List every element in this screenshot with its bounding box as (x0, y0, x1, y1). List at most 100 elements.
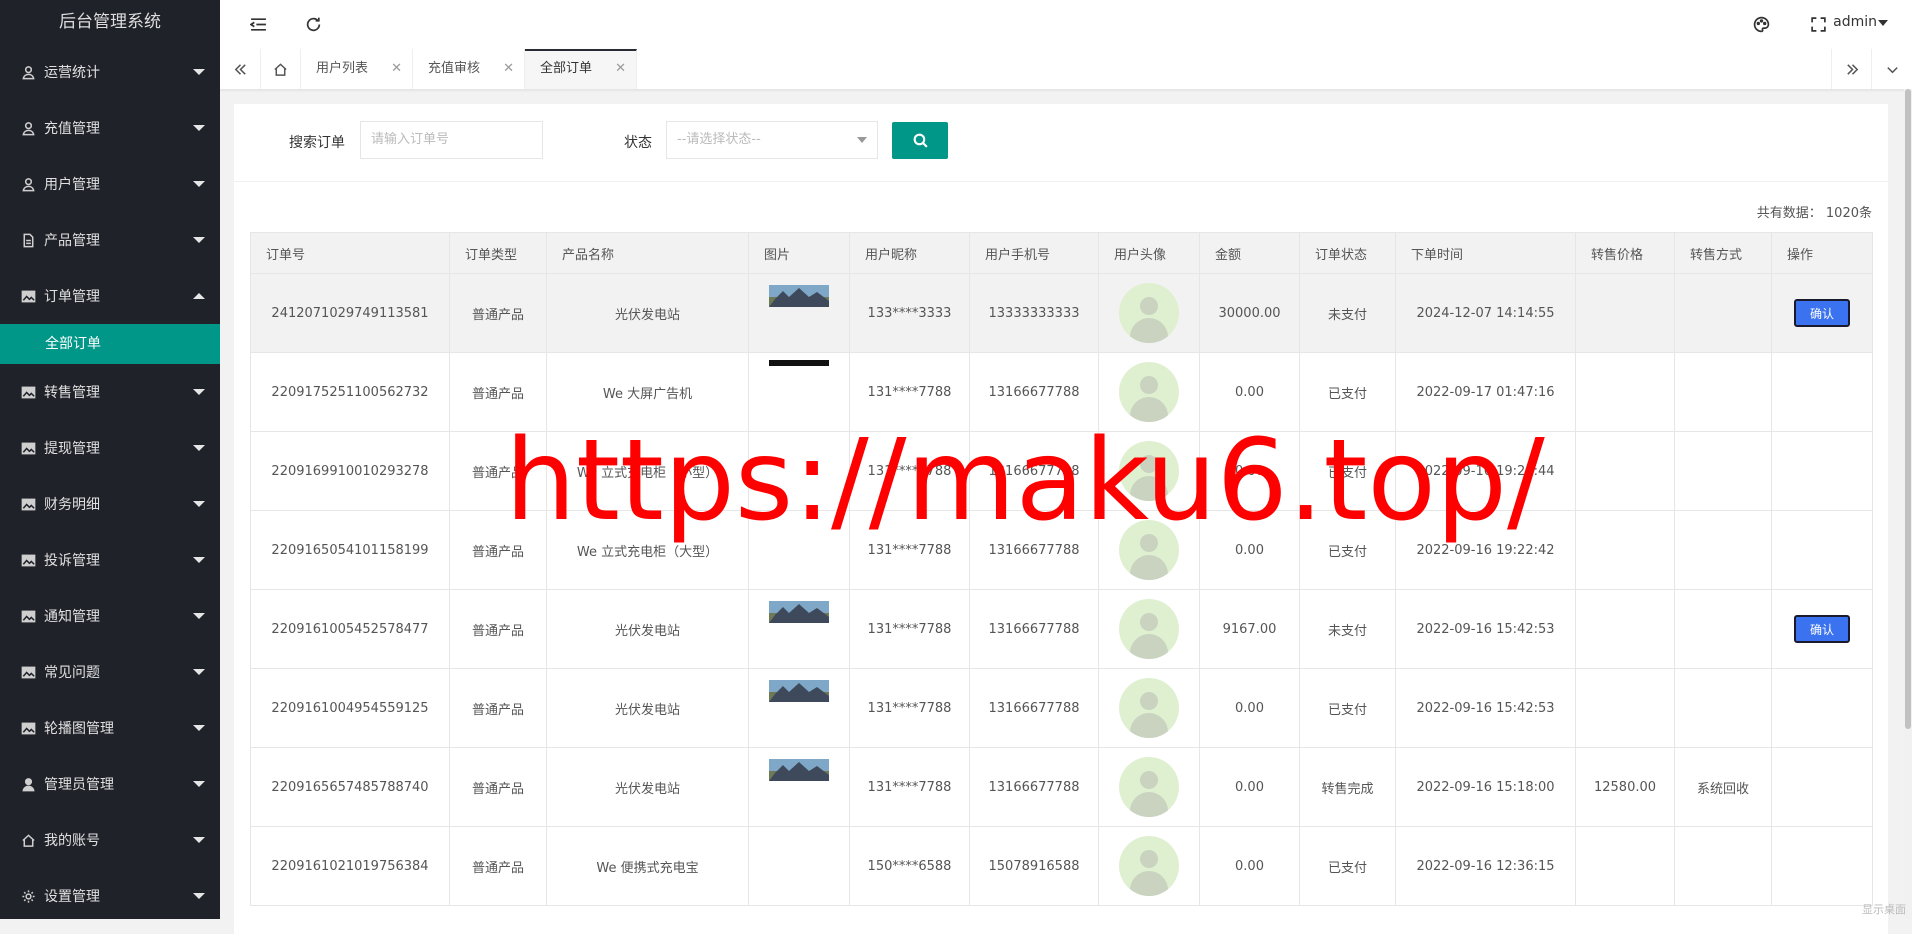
admin-username[interactable]: admin (1833, 14, 1877, 30)
sidebar-item-1[interactable]: 充值管理 (0, 100, 220, 156)
sidebar-menu: 运营统计充值管理 用户管理 产品管理 订单管理 全部订单转售管理提现管理财务明细投诉管理… (0, 44, 220, 924)
sidebar-subitem-all-orders[interactable]: 全部订单 (0, 324, 220, 364)
product-name-cell: We 立式充电柜（小型） (546, 431, 749, 511)
sidebar-item-12[interactable]: 管理员管理 (0, 756, 220, 812)
amount-cell: 0.00 (1199, 668, 1300, 748)
order-id-cell: 2209175251100562732 (250, 352, 450, 432)
tab-all-orders[interactable]: 全部订单 ✕ (525, 49, 637, 89)
nickname-cell: 131****7788 (849, 668, 970, 748)
avatar-cell (1098, 273, 1200, 353)
sidebar-item-13[interactable]: 我的账号 (0, 812, 220, 868)
tab-close-icon[interactable]: ✕ (503, 49, 514, 89)
order-type-cell: 普通产品 (449, 510, 547, 590)
order-id-cell: 2209169910010293278 (250, 431, 450, 511)
image-icon (20, 608, 36, 624)
sidebar-item-label: 投诉管理 (44, 553, 100, 569)
avatar (1119, 678, 1179, 738)
nickname-cell: 131****7788 (849, 431, 970, 511)
avatar-cell (1098, 668, 1200, 748)
tab-recharge-review[interactable]: 充值审核 ✕ (413, 49, 525, 89)
tabs-menu-chevron-down-icon[interactable] (1871, 49, 1912, 89)
resale-method-cell: 系统回收 (1674, 747, 1772, 827)
order-id-cell: 2209165657485788740 (250, 747, 450, 827)
phone-cell: 13166677788 (969, 589, 1099, 669)
product-thumbnail (769, 360, 829, 366)
amount-cell: 0.00 (1199, 747, 1300, 827)
chevron-down-icon (193, 237, 205, 243)
confirm-button[interactable]: 确认 (1794, 299, 1850, 327)
table-row: 2209165054101158199 普通产品 We 立式充电柜（大型） 131**… (250, 510, 1873, 590)
column-header: 转售方式 (1674, 232, 1772, 274)
resale-price-cell: 12580.00 (1575, 747, 1675, 827)
refresh-icon[interactable] (303, 14, 323, 34)
chevron-down-icon (857, 137, 867, 143)
product-image-cell (748, 352, 850, 432)
sidebar-item-11[interactable]: 轮播图管理 (0, 700, 220, 756)
product-image-cell (748, 510, 850, 590)
sidebar-item-14[interactable]: 设置管理 (0, 868, 220, 924)
product-name-cell: We 大屏广告机 (546, 352, 749, 432)
theme-palette-icon[interactable] (1751, 14, 1771, 34)
sidebar-item-label: 通知管理 (44, 609, 100, 625)
product-image-cell (748, 273, 850, 353)
tab-home-icon[interactable] (260, 49, 301, 89)
admin-dropdown-caret-icon[interactable] (1878, 20, 1888, 26)
sidebar-item-label: 设置管理 (44, 889, 100, 905)
action-cell (1771, 510, 1873, 590)
tabs-scroll-right-icon[interactable] (1831, 49, 1872, 89)
chevron-down-icon (193, 725, 205, 731)
tab-close-icon[interactable]: ✕ (391, 49, 402, 89)
nickname-cell: 131****7788 (849, 589, 970, 669)
amount-cell: 0.00 (1199, 826, 1300, 906)
column-header: 订单类型 (449, 232, 547, 274)
product-thumbnail (769, 759, 829, 781)
page-scrollbar[interactable] (1904, 89, 1912, 919)
resale-price-cell (1575, 510, 1675, 590)
chevron-down-icon (193, 669, 205, 675)
order-number-input[interactable]: 请输入订单号 (360, 121, 543, 159)
phone-cell: 13166677788 (969, 352, 1099, 432)
show-desktop-text: 显示桌面 (1862, 903, 1906, 916)
total-count: 共有数据： 1020条 (1756, 206, 1872, 221)
column-header: 图片 (748, 232, 850, 274)
sidebar-item-8[interactable]: 投诉管理 (0, 532, 220, 588)
tab-close-icon[interactable]: ✕ (615, 51, 626, 87)
scrollbar-thumb[interactable] (1905, 89, 1911, 729)
amount-cell: 30000.00 (1199, 273, 1300, 353)
chevron-down-icon (193, 501, 205, 507)
search-button[interactable] (892, 122, 948, 159)
tabs-scroll-left-icon[interactable] (220, 49, 261, 89)
sidebar-item-5[interactable]: 转售管理 (0, 364, 220, 420)
sidebar-item-9[interactable]: 通知管理 (0, 588, 220, 644)
order-type-cell: 普通产品 (449, 589, 547, 669)
product-name-cell: 光伏发电站 (546, 668, 749, 748)
sidebar-item-3[interactable]: 产品管理 (0, 212, 220, 268)
table-row: 2209161021019756384 普通产品 We 便携式充电宝 150****6… (250, 826, 1873, 906)
avatar-cell (1098, 747, 1200, 827)
sidebar-item-label: 财务明细 (44, 497, 100, 513)
sidebar-item-7[interactable]: 财务明细 (0, 476, 220, 532)
sidebar-item-0[interactable]: 运营统计 (0, 44, 220, 100)
amount-cell: 9167.00 (1199, 589, 1300, 669)
resale-method-cell (1674, 352, 1772, 432)
nickname-cell: 131****7788 (849, 747, 970, 827)
tab-user-list[interactable]: 用户列表 ✕ (301, 49, 413, 89)
status-select[interactable]: --请选择状态-- (666, 121, 878, 159)
sidebar-item-4[interactable]: 订单管理 (0, 268, 220, 324)
sidebar-item-label: 转售管理 (44, 385, 100, 401)
resale-method-cell (1674, 668, 1772, 748)
sidebar-item-label: 运营统计 (44, 65, 100, 81)
nickname-cell: 131****7788 (849, 352, 970, 432)
order-id-cell: 2209161005452578477 (250, 589, 450, 669)
order-type-cell: 普通产品 (449, 826, 547, 906)
sidebar-item-2[interactable]: 用户管理 (0, 156, 220, 212)
action-cell (1771, 352, 1873, 432)
fullscreen-icon[interactable] (1808, 14, 1828, 34)
confirm-button[interactable]: 确认 (1794, 615, 1850, 643)
collapse-menu-icon[interactable] (248, 14, 268, 34)
resale-price-cell (1575, 668, 1675, 748)
tab-label: 全部订单 (540, 61, 593, 76)
sidebar-item-10[interactable]: 常见问题 (0, 644, 220, 700)
sidebar-item-6[interactable]: 提现管理 (0, 420, 220, 476)
column-header: 产品名称 (546, 232, 749, 274)
